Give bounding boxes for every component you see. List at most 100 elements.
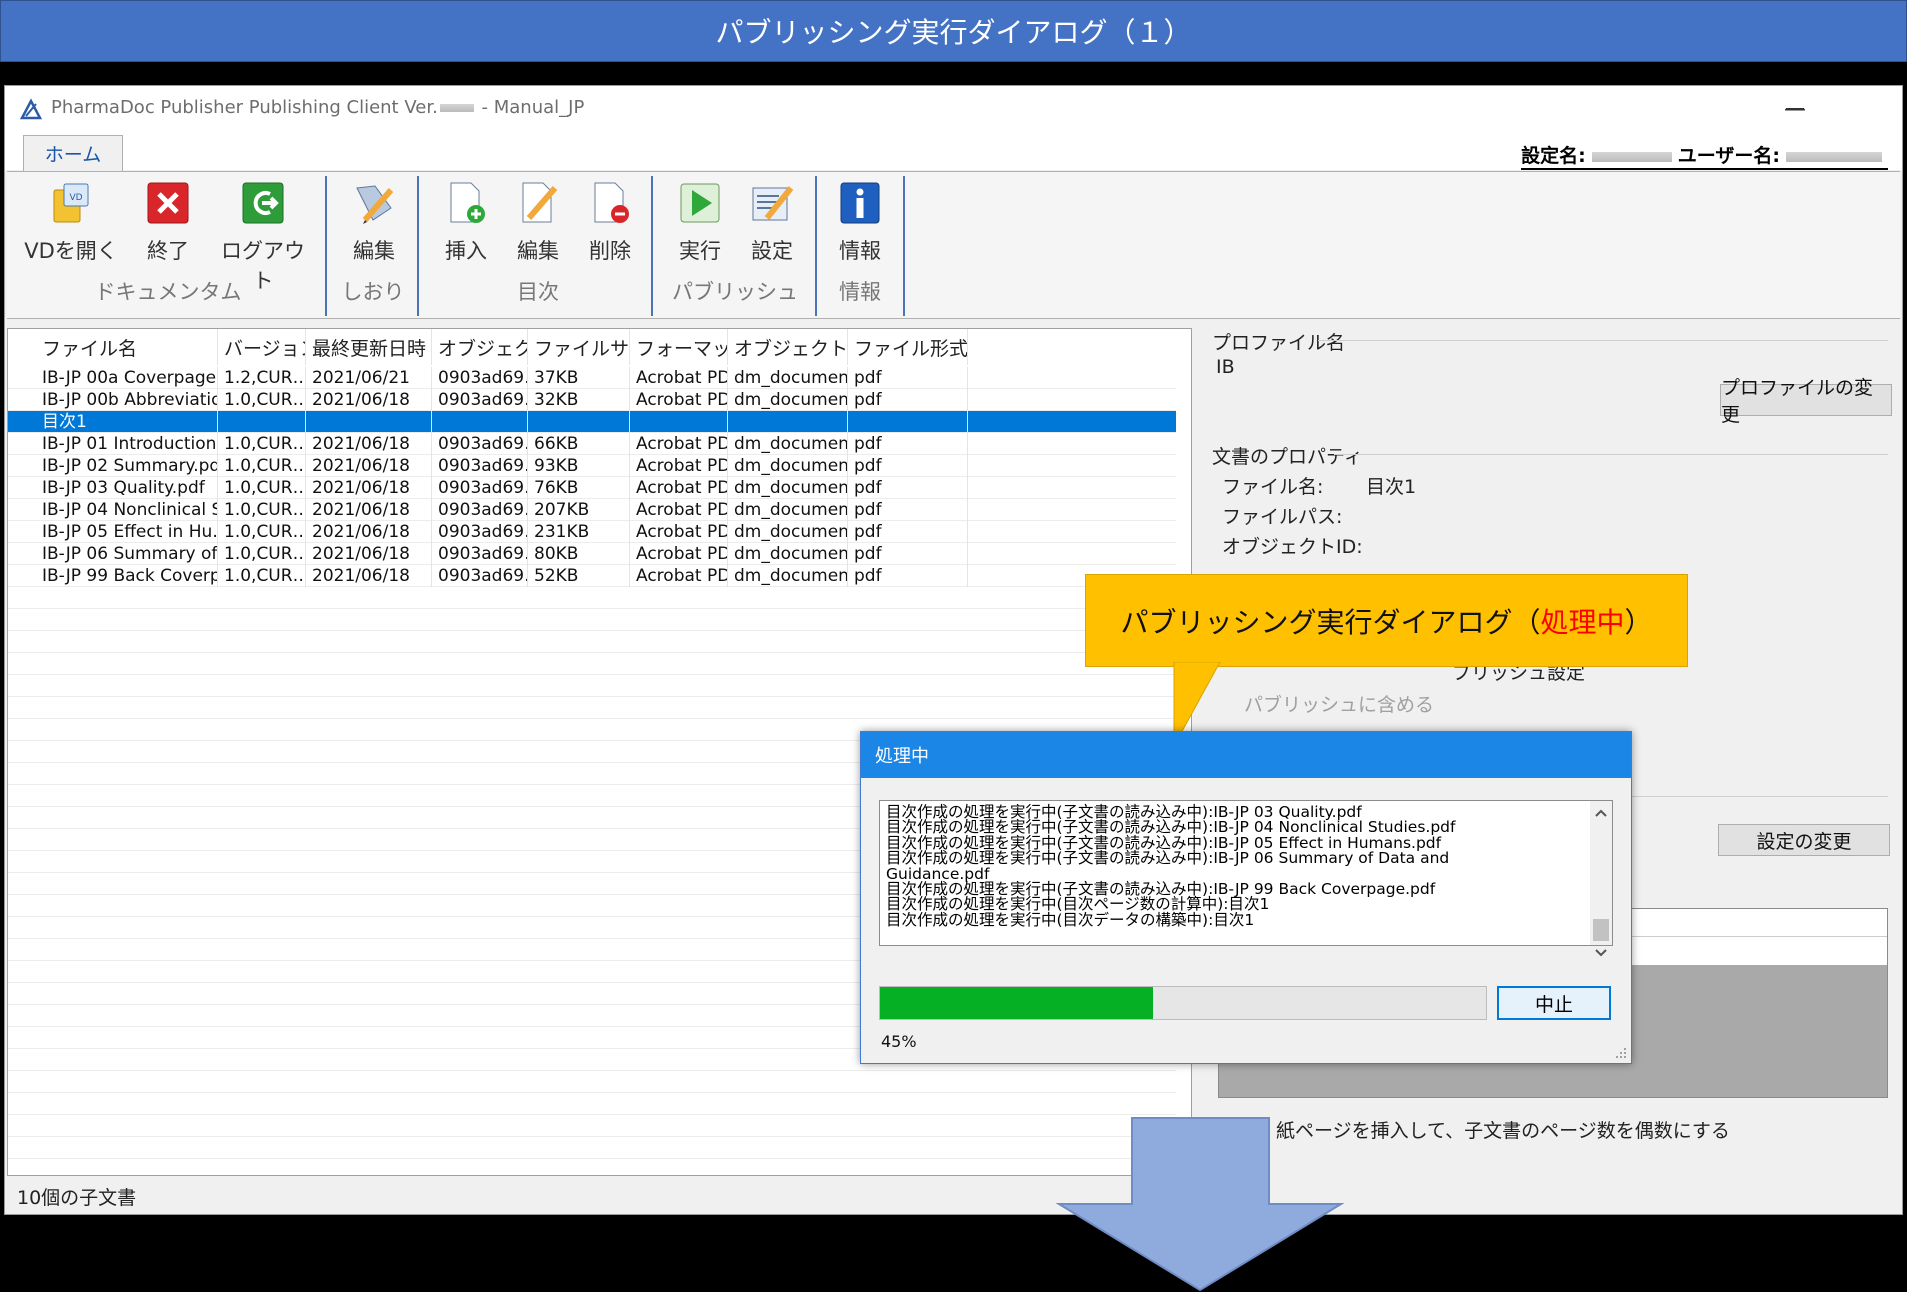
profile-section-label: プロファイル名 [1212, 332, 1346, 354]
table-row[interactable]: IB-JP 05 Effect in Hu… 1.0,CUR… 2021/06/18… [8, 521, 1176, 543]
empty-row [8, 653, 1176, 675]
table-cell: dm_document [728, 455, 848, 477]
section-divider [1318, 340, 1888, 341]
info-icon [840, 182, 880, 224]
bookmark-edit-button[interactable]: 編集 [339, 180, 409, 270]
empty-row [8, 587, 1176, 609]
log-scrollbar[interactable] [1590, 801, 1612, 957]
table-cell: pdf [848, 367, 968, 389]
column-header[interactable]: オブジェクトタイプ [728, 329, 848, 365]
document-delete-icon [594, 182, 629, 223]
table-row[interactable]: IB-JP 00a Coverpage.pdf1.2,CUR…2021/06/2… [8, 367, 1176, 389]
table-cell: 2021/06/18 [306, 521, 432, 543]
group-label-info: 情報 [839, 280, 881, 304]
insert-button[interactable]: 挿入 [431, 180, 501, 270]
column-header[interactable]: ファイル形式 [848, 329, 968, 365]
play-icon [680, 183, 720, 223]
run-button[interactable]: 実行 [665, 180, 735, 270]
callout-text-end: ） [1624, 605, 1653, 639]
table-cell: IB-JP 00b Abbreviation… [36, 389, 218, 411]
toc-edit-button[interactable]: 編集 [503, 180, 573, 270]
table-row[interactable]: IB-JP 01 Introduction.pdf1.0,CUR…2021/06… [8, 433, 1176, 455]
empty-row [8, 1137, 1176, 1159]
table-cell: dm_document [728, 389, 848, 411]
open-vd-button[interactable]: VD VDを開く [23, 180, 119, 270]
object-id-label: オブジェクトID: [1222, 536, 1363, 558]
scroll-up-icon[interactable] [1595, 809, 1607, 817]
doc-properties-label: 文書のプロパティ [1212, 446, 1363, 468]
ribbon-toolbar: VD VDを開く 終了 ログアウト ドキュメンタム 編集 しおり 挿入 編集 削… [7, 171, 1900, 319]
app-logo-icon [19, 98, 43, 120]
table-cell: 93KB [528, 455, 630, 477]
table-cell: pdf [848, 389, 968, 411]
scroll-thumb[interactable] [1593, 919, 1609, 941]
table-cell: dm_document [728, 499, 848, 521]
insert-label: 挿入 [445, 239, 487, 263]
table-cell: Acrobat PDF [630, 389, 728, 411]
run-label: 実行 [679, 239, 721, 263]
table-cell: 1.0,CUR… [218, 521, 306, 543]
table-row[interactable]: IB-JP 00b Abbreviation…1.0,CUR…2021/06/1… [8, 389, 1176, 411]
exit-button[interactable]: 終了 [133, 180, 203, 270]
table-cell [528, 411, 630, 433]
column-header[interactable]: ファイル名 [36, 329, 218, 365]
table-cell: Acrobat PDF [630, 433, 728, 455]
group-divider [325, 176, 327, 316]
empty-row [8, 1071, 1176, 1093]
table-cell: pdf [848, 521, 968, 543]
logout-button[interactable]: ログアウト [215, 180, 311, 293]
column-header[interactable]: 最終更新日時 [306, 329, 432, 365]
table-cell: 0903ad69… [432, 477, 528, 499]
empty-row [8, 1093, 1176, 1115]
progress-bar [879, 986, 1487, 1020]
table-cell: dm_document [728, 433, 848, 455]
table-cell: 37KB [528, 367, 630, 389]
close-red-icon [147, 182, 189, 224]
table-cell: IB-JP 04 Nonclinical S… [36, 499, 218, 521]
table-cell [728, 411, 848, 433]
table-row[interactable]: IB-JP 03 Quality.pdf 1.0,CUR… 2021/06/18 09… [8, 477, 1176, 499]
scroll-down-icon[interactable] [1595, 949, 1607, 957]
table-row[interactable]: IB-JP 99 Back Coverp…1.0,CUR…2021/06/180… [8, 565, 1176, 587]
table-cell: Acrobat PDF [630, 521, 728, 543]
group-label-publish: パブリッシュ [672, 280, 798, 304]
minimize-icon[interactable] [1775, 94, 1815, 124]
table-cell: 目次1 [36, 411, 218, 433]
table-cell [218, 411, 306, 433]
column-header[interactable]: バージョン [218, 329, 306, 365]
table-cell: dm_document [728, 565, 848, 587]
table-cell: 2021/06/18 [306, 455, 432, 477]
resize-grip-icon[interactable] [1615, 1047, 1627, 1059]
svg-text:VD: VD [69, 193, 82, 203]
table-row[interactable]: IB-JP 06 Summary of… 1.0,CUR… 2021/06/18 09… [8, 543, 1176, 565]
table-cell: IB-JP 03 Quality.pdf [36, 477, 218, 499]
stop-button[interactable]: 中止 [1497, 986, 1611, 1020]
settings-button[interactable]: 設定 [737, 180, 807, 270]
delete-button[interactable]: 削除 [575, 180, 645, 270]
log-output[interactable]: 目次作成の処理を実行中(子文書の読み込み中):IB-JP 03 Quality.… [879, 800, 1613, 957]
table-cell: 2021/06/18 [306, 389, 432, 411]
column-header[interactable]: ファイルサイズ [528, 329, 630, 365]
progress-percent: 45% [881, 1032, 917, 1051]
table-cell: 207KB [528, 499, 630, 521]
group-label-toc: 目次 [517, 280, 559, 304]
file-path-label: ファイルパス: [1222, 506, 1343, 528]
table-cell: 2021/06/18 [306, 565, 432, 587]
table-row[interactable]: 目次1 [8, 411, 1176, 433]
tab-home[interactable]: ホーム [23, 135, 123, 171]
processing-dialog: 処理中 目次作成の処理を実行中(子文書の読み込み中):IB-JP 03 Qual… [860, 731, 1632, 1064]
table-cell: 0903ad69… [432, 543, 528, 565]
change-settings-button[interactable]: 設定の変更 [1718, 824, 1890, 856]
info-button[interactable]: 情報 [825, 180, 895, 270]
column-header[interactable]: フォーマット [630, 329, 728, 365]
table-cell [432, 411, 528, 433]
table-row[interactable]: IB-JP 04 Nonclinical S…1.0,CUR…2021/06/1… [8, 499, 1176, 521]
change-profile-button[interactable]: プロファイルの変更 [1720, 377, 1892, 426]
column-header[interactable]: オブジェクトID [432, 329, 528, 365]
table-cell: 1.0,CUR… [218, 499, 306, 521]
table-cell: 2021/06/18 [306, 499, 432, 521]
group-divider [815, 176, 817, 316]
group-label-bookmark: しおり [341, 280, 405, 304]
table-row[interactable]: IB-JP 02 Summary.pdf 1.0,CUR… 2021/06/18 09… [8, 455, 1176, 477]
profile-value: IB [1216, 356, 1235, 378]
